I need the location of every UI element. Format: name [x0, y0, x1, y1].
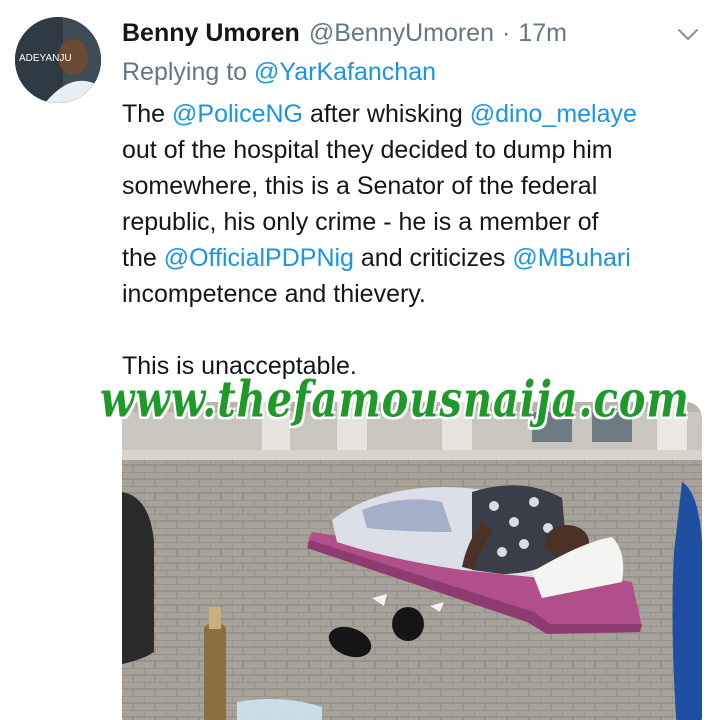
- author-handle[interactable]: @BennyUmoren: [309, 19, 494, 48]
- author-name[interactable]: Benny Umoren: [122, 19, 300, 48]
- text-segment: and criticizes: [353, 244, 513, 272]
- body-line: incompetence and thievery.: [122, 280, 426, 308]
- avatar-image: ADEYANJU: [15, 17, 101, 103]
- watermark: www.thefamousnaija.com: [100, 370, 690, 429]
- mention-link[interactable]: @MBuhari: [512, 244, 630, 272]
- chevron-down-icon[interactable]: [676, 22, 700, 46]
- avatar[interactable]: ADEYANJU: [15, 17, 101, 103]
- tweet-timestamp[interactable]: 17m: [518, 19, 567, 48]
- mention-link[interactable]: @OfficialPDPNig: [164, 244, 354, 272]
- text-segment: The: [122, 100, 173, 128]
- photo-scene: [122, 402, 702, 720]
- avatar-caption: ADEYANJU: [19, 53, 72, 64]
- tweet-text: The @PoliceNG after whisking @dino_melay…: [122, 96, 712, 384]
- text-segment: the: [122, 244, 164, 272]
- body-line: The @PoliceNG after whisking @dino_melay…: [122, 96, 712, 132]
- text-segment: after whisking: [303, 100, 470, 128]
- body-line: republic, his only crime - he is a membe…: [122, 208, 599, 236]
- replying-to-line: Replying to @YarKafanchan: [122, 58, 436, 87]
- body-line: the @OfficialPDPNig and criticizes @MBuh…: [122, 240, 712, 276]
- replying-prefix: Replying to: [122, 58, 248, 86]
- body-line: out of the hospital they decided to dump…: [122, 136, 613, 164]
- tweet-header: Benny Umoren @BennyUmoren · 17m: [122, 16, 567, 50]
- mention-link[interactable]: @PoliceNG: [172, 100, 303, 128]
- body-line: somewhere, this is a Senator of the fede…: [122, 172, 598, 200]
- replying-to-link[interactable]: @YarKafanchan: [254, 58, 436, 86]
- tweet-card: ADEYANJU Benny Umoren @BennyUmoren · 17m…: [0, 0, 720, 720]
- separator-dot: ·: [502, 18, 511, 47]
- tweet-photo[interactable]: [122, 402, 702, 720]
- mention-link[interactable]: @dino_melaye: [470, 100, 637, 128]
